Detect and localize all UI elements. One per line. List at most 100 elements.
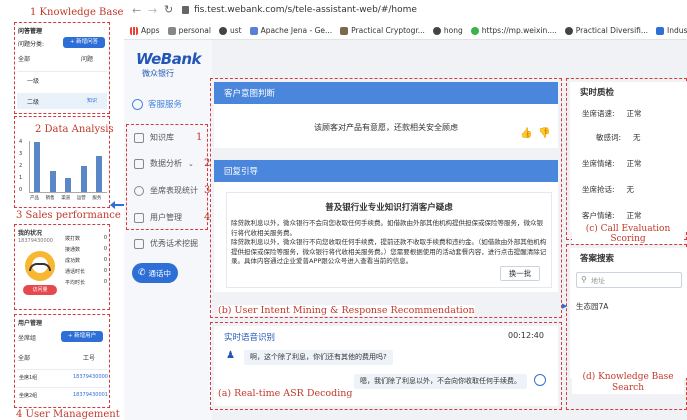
quality-row: 客户情绪: 正常	[582, 211, 642, 220]
sidebar-item-performance[interactable]: 坐席表现统计 3	[134, 185, 216, 196]
quality-row: 坐席语速: 正常	[582, 109, 642, 118]
mini-bar-chart-labels: 产品 销售 渠道 运营 服务	[29, 195, 107, 203]
sidebar-item-users[interactable]: 用户管理 4	[134, 212, 216, 223]
chart-xtick: 服务	[92, 196, 102, 201]
guide-body: 除贷款利息以外，微众银行不会向您收取任何手续费。如借款由外部其他机构提供担保或保…	[231, 219, 547, 265]
agent-headset-icon	[534, 374, 546, 386]
chart-xtick: 销售	[45, 196, 55, 201]
lock-icon	[182, 6, 189, 14]
asr-time: 00:12:40	[508, 331, 544, 340]
sidebar-item-analysis[interactable]: 数据分析 ⌄ 2	[134, 158, 216, 169]
kb-thumb-add-button[interactable]: + 新增问答	[63, 37, 105, 48]
annotation-call-evaluation: (c) Call Evaluation Scoring	[572, 224, 684, 244]
chart-bar	[34, 142, 40, 192]
bookmarks-bar: Apps personal ust Apache Jena - Ge... Pr…	[124, 22, 687, 40]
users-icon	[134, 212, 144, 223]
annotation-asr: (a) Real-time ASR Decoding	[218, 388, 353, 399]
chart-bar	[80, 165, 87, 192]
left-thumbnails-panel: 1 Knowledge Base 问答管理 问题分类: + 新增问答 全部 问题…	[0, 0, 123, 420]
quality-header: 实时质检	[580, 88, 615, 98]
forward-icon[interactable]: →	[148, 4, 157, 17]
annotation-user-management: 4 User Management	[16, 409, 120, 420]
webank-logo: WeBank 微众银行	[136, 50, 201, 79]
table-row[interactable]: 坐席2组 18379430001	[17, 387, 108, 401]
user-thumb-col1: 全部	[18, 355, 31, 362]
chart-xtick: 产品	[30, 196, 39, 201]
globe-icon	[432, 26, 441, 35]
chart-ytick: 0	[19, 187, 23, 193]
star-icon	[134, 238, 144, 249]
sales-stats-list: 拨打数 0 接通数 0 成功数 0 通话时长 0 平均时长 0	[65, 235, 107, 290]
bookmark-diversify[interactable]: Practical Diversifi...	[564, 26, 648, 35]
stat-row: 通话时长 0	[65, 268, 107, 275]
bookmark-jena[interactable]: Apache Jena - Ge...	[249, 26, 332, 35]
chart-ytick: 2	[19, 163, 23, 169]
thumbs-down-icon[interactable]: 👎	[538, 128, 550, 139]
apps-grid-icon	[130, 26, 138, 35]
calling-button[interactable]: ✆ 通话中	[132, 263, 178, 283]
bookmark-ust[interactable]: ust	[218, 26, 242, 35]
bookmark-crypto[interactable]: Practical Cryptogr...	[340, 26, 425, 35]
chart-yaxis: 4 3 2 1 0	[19, 139, 27, 193]
quality-row: 坐席抢话: 无	[582, 185, 635, 194]
book-icon	[134, 132, 144, 143]
switch-button[interactable]: 换一批	[500, 266, 540, 281]
thumb-data-analysis: 2 Data Analysis 4 3 2 1 0 产品 销售 渠道 运营 服务	[14, 116, 114, 208]
sidebar-item-excellent[interactable]: 优秀话术挖掘	[134, 238, 216, 249]
quality-row: 敏感词: 无	[596, 133, 641, 142]
thumb-knowledge-base: 问答管理 问题分类: + 新增问答 全部 问题 一级 二级 知识	[14, 22, 110, 114]
intent-text: 该顾客对产品有意愿，还款相关安全顾虑	[314, 123, 458, 132]
kb-thumb-row2[interactable]: 二级 知识	[17, 93, 107, 109]
kb-search-input[interactable]: ⚲ 地址	[576, 272, 682, 288]
user-thumb-add-button[interactable]: + 新增用户	[61, 331, 103, 342]
kb-search-placeholder: 地址	[591, 277, 605, 285]
headset-icon	[132, 98, 143, 110]
logo-subtext: 微众银行	[142, 69, 174, 78]
nav-service[interactable]: 客服服务	[132, 98, 182, 110]
wechat-icon	[470, 26, 479, 35]
browser-window: ← → ↻ fis.test.webank.com/s/tele-assista…	[124, 0, 687, 420]
sales-thumb-badge: 访问量	[23, 285, 57, 295]
thumb-sales-performance: 我的状况 18379430000 访问量 拨打数 0 接通数 0 成功数 0 通话时长…	[14, 224, 110, 310]
intent-header: 客户意图判断	[214, 82, 558, 104]
url-text[interactable]: fis.test.webank.com/s/tele-assistant-web…	[194, 5, 417, 15]
kb-search-result[interactable]: 生态园7A	[576, 301, 608, 312]
bookmark-weixin[interactable]: https://mp.weixin....	[470, 26, 557, 35]
back-icon[interactable]: ←	[132, 4, 141, 17]
user-thumb-group-label: 坐席组	[18, 335, 37, 342]
chart-ytick: 3	[19, 151, 23, 157]
kb-thumb-filter[interactable]: 全部	[18, 54, 30, 63]
reload-icon[interactable]: ↻	[164, 3, 173, 16]
sidebar-item-knowledge[interactable]: 知识库 1	[134, 132, 216, 143]
avatar	[25, 251, 55, 281]
bookmark-industry[interactable]: Industry an	[656, 26, 687, 35]
kb-thumb-row1-label: 一级	[27, 78, 40, 85]
guide-title: 普及银行业专业知识打消客户疑虑	[325, 203, 453, 213]
kb-thumb-row1[interactable]: 一级	[17, 71, 107, 87]
kb-search-card: 答案搜索 ⚲ 地址 ▶ 生态园7A	[562, 248, 687, 378]
annotation-data-analysis: 2 Data Analysis	[35, 124, 114, 135]
app-sidebar: WeBank 微众银行 客服服务 知识库 1 数据分析 ⌄ 2 坐席表现统计 3 …	[124, 40, 212, 420]
kb-thumb-column: 问题	[81, 56, 94, 63]
thumbs-up-icon[interactable]: 👍	[520, 128, 532, 139]
asr-customer-bubble: 啊，这个除了利息，你们还有其他的费用吗?	[244, 350, 393, 365]
table-row[interactable]: 坐席1组 18379430000	[17, 369, 108, 383]
bookmark-hong[interactable]: hong	[432, 26, 463, 35]
chart-bar	[96, 156, 103, 192]
intent-card: 客户意图判断 该顾客对产品有意愿，还款相关安全顾虑 👍 👎	[214, 82, 558, 148]
expand-arrow-icon[interactable]: ▶	[562, 302, 567, 310]
bookmark-apps[interactable]: Apps	[130, 26, 160, 35]
bookmark-icon	[340, 26, 349, 35]
kb-search-header: 答案搜索	[580, 254, 615, 264]
annotation-knowledge-base: 1 Knowledge Base	[30, 7, 124, 18]
stat-row: 拨打数 0	[65, 235, 107, 242]
mini-bar-chart	[29, 141, 107, 193]
chart-bar	[65, 177, 72, 192]
sales-thumb-phone: 18379430000	[18, 238, 53, 244]
bookmark-personal[interactable]: personal	[167, 26, 211, 35]
kb-thumb-row-action[interactable]: 知识	[87, 97, 97, 104]
person-icon	[134, 185, 144, 196]
annotation-sales-performance: 3 Sales performance	[16, 210, 121, 221]
user-thumb-col2: 工号	[83, 355, 96, 362]
sales-thumb-title: 我的状况	[18, 230, 43, 237]
